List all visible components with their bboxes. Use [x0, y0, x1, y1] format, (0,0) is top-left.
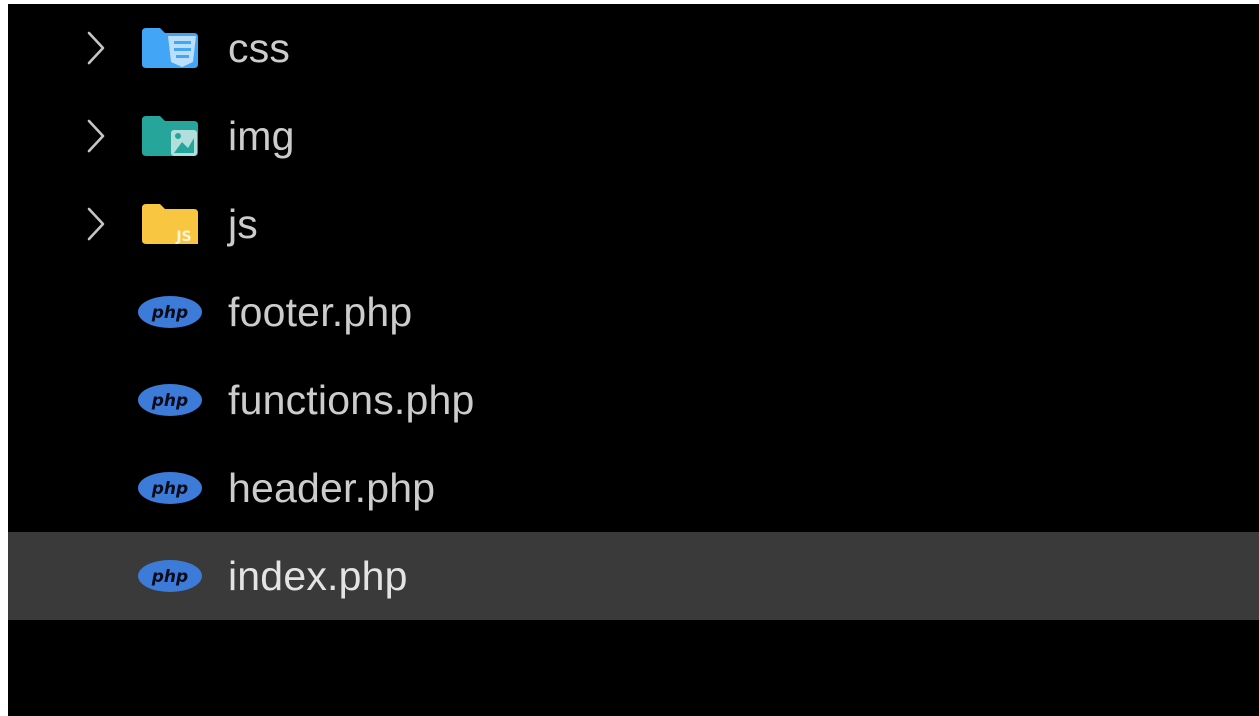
chevron-right-icon[interactable]	[81, 28, 111, 68]
file-tree: css img JS js php footer.php php functio…	[8, 4, 1259, 620]
php-icon: php	[136, 554, 204, 598]
svg-text:php: php	[151, 391, 188, 411]
tree-item-js-folder[interactable]: JS js	[8, 180, 1259, 268]
tree-item-label: header.php	[228, 464, 436, 511]
php-icon: php	[136, 290, 204, 334]
php-icon: php	[136, 378, 204, 422]
tree-item-label: css	[228, 24, 291, 71]
chevron-right-icon[interactable]	[81, 204, 111, 244]
tree-item-img-folder[interactable]: img	[8, 92, 1259, 180]
chevron-right-icon[interactable]	[81, 116, 111, 156]
tree-item-label: js	[228, 200, 259, 247]
svg-text:php: php	[151, 479, 188, 499]
tree-item-footer-php[interactable]: php footer.php	[8, 268, 1259, 356]
tree-item-css-folder[interactable]: css	[8, 4, 1259, 92]
tree-item-functions-php[interactable]: php functions.php	[8, 356, 1259, 444]
image-folder-icon	[136, 114, 204, 158]
file-explorer: css img JS js php footer.php php functio…	[8, 4, 1259, 716]
php-icon: php	[136, 466, 204, 510]
js-folder-icon: JS	[136, 202, 204, 246]
tree-item-label: footer.php	[228, 288, 413, 335]
svg-text:php: php	[151, 303, 188, 323]
css-folder-icon	[136, 26, 204, 70]
tree-item-label: img	[228, 112, 295, 159]
tree-item-label: index.php	[228, 552, 408, 599]
tree-item-label: functions.php	[228, 376, 475, 423]
tree-item-header-php[interactable]: php header.php	[8, 444, 1259, 532]
svg-text:php: php	[151, 567, 188, 587]
svg-text:JS: JS	[175, 229, 191, 245]
tree-item-index-php[interactable]: php index.php	[8, 532, 1259, 620]
